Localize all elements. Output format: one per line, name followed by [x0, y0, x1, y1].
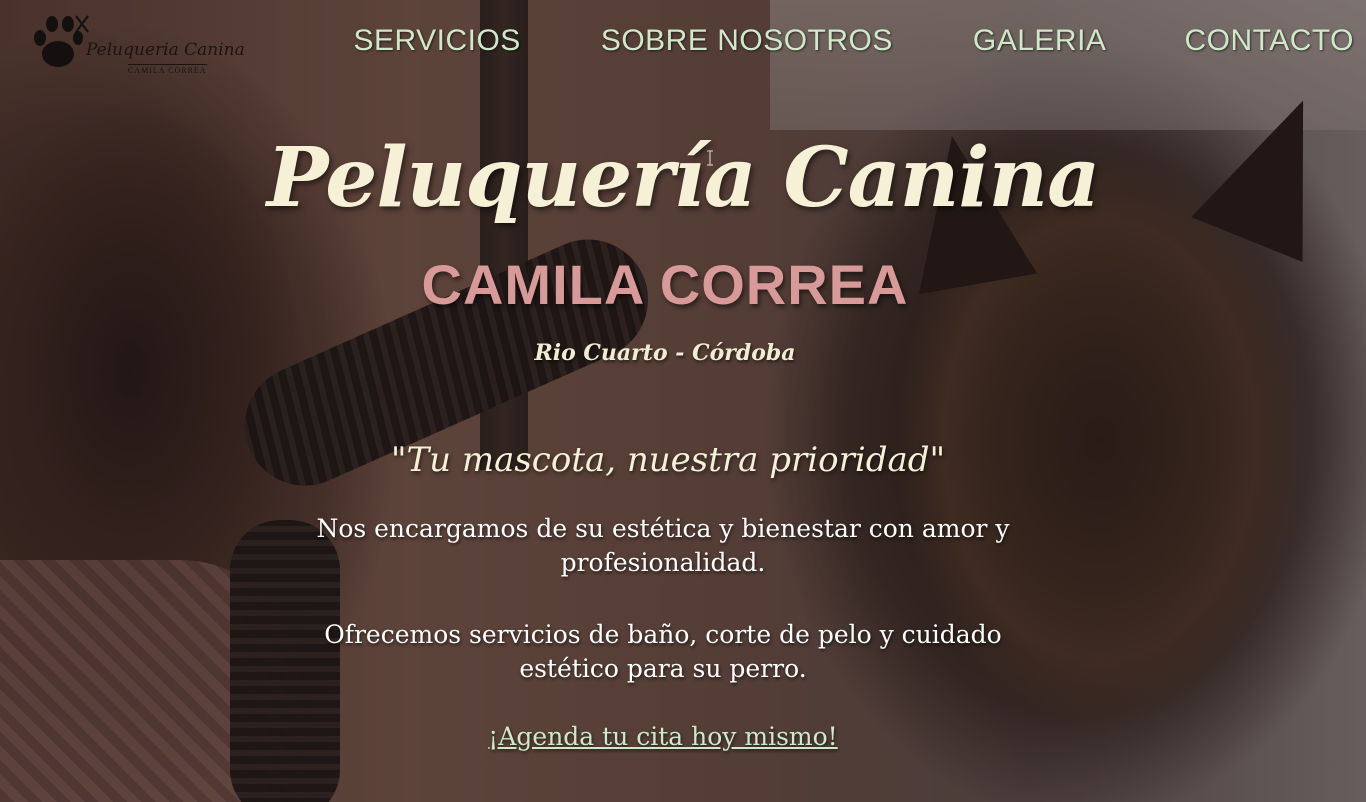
logo-subtitle: CAMILA CORREA: [128, 64, 207, 75]
logo-title: Peluqueria Canina: [86, 40, 245, 60]
nav-galeria[interactable]: GALERIA: [973, 24, 1107, 58]
hero-subtitle: CAMILA CORREA: [421, 253, 909, 316]
hero-paragraph-1: Nos encargamos de su estética y bienesta…: [316, 514, 1010, 577]
hero-section: Peluqueria Canina CAMILA CORREA SERVICIO…: [0, 0, 1366, 802]
hero-paragraph-2: Ofrecemos servicios de baño, corte de pe…: [324, 620, 1002, 683]
hero-location: Rio Cuarto - Córdoba: [534, 340, 796, 366]
hero-slogan: "Tu mascota, nuestra prioridad": [390, 440, 946, 480]
book-appointment-link[interactable]: ¡Agenda tu cita hoy mismo!: [488, 722, 837, 751]
site-logo[interactable]: Peluqueria Canina CAMILA CORREA: [28, 10, 245, 80]
paw-scissors-icon: [34, 15, 89, 67]
cta-container: ¡Agenda tu cita hoy mismo!: [0, 722, 1326, 751]
nav-sobre-nosotros[interactable]: SOBRE NOSOTROS: [601, 24, 893, 58]
main-nav: SERVICIOS SOBRE NOSOTROS GALERIA CONTACT…: [353, 24, 1354, 58]
nav-contacto[interactable]: CONTACTO: [1184, 24, 1354, 58]
hero-title: Peluquería Canina: [266, 130, 1100, 226]
nav-servicios[interactable]: SERVICIOS: [353, 24, 520, 58]
